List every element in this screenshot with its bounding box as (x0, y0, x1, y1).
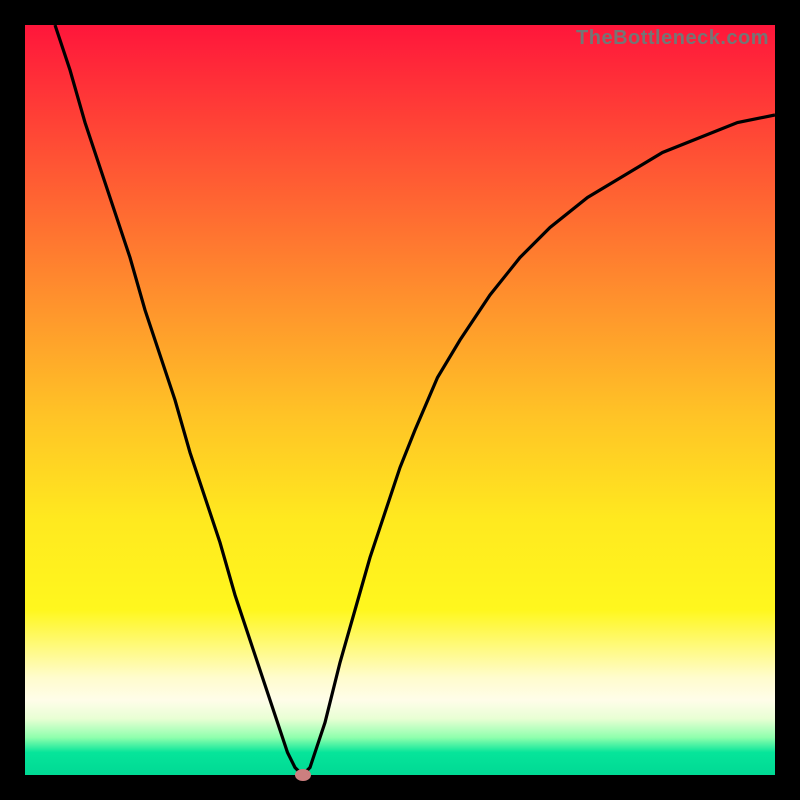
bottleneck-curve (25, 25, 775, 775)
chart-frame: TheBottleneck.com (0, 0, 800, 800)
optimum-marker (295, 769, 311, 781)
plot-area: TheBottleneck.com (25, 25, 775, 775)
